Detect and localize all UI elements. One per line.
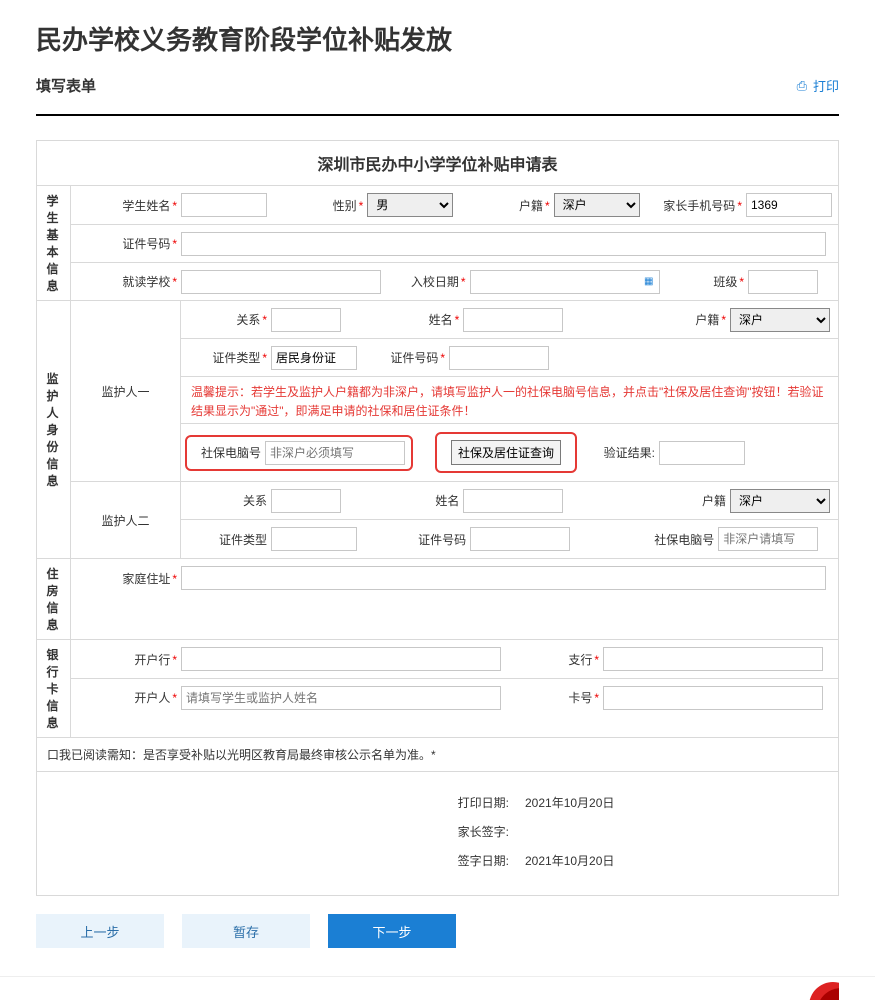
sub-title: 填写表单: [36, 75, 96, 96]
print-label: 打印: [813, 76, 839, 95]
input-g1-relation[interactable]: [271, 308, 341, 332]
input-soc-no[interactable]: [265, 441, 405, 465]
consent-text: 口我已阅读需知：是否享受补贴以光明区教育局最终审核公示名单为准。*: [37, 737, 838, 771]
lbl-huji: 户籍: [519, 199, 543, 213]
select-g2-huji[interactable]: 深户: [730, 489, 830, 513]
input-g2-id-type[interactable]: [271, 527, 357, 551]
select-gender[interactable]: 男: [367, 193, 453, 217]
form-title: 深圳市民办中小学学位补贴申请表: [37, 141, 838, 185]
input-account-holder[interactable]: [181, 686, 501, 710]
lbl-bank: 开户行: [134, 653, 170, 667]
input-card-no[interactable]: [603, 686, 823, 710]
guardian-two-label: 监护人二: [71, 482, 181, 558]
lbl-g2-name: 姓名: [435, 494, 459, 508]
input-g1-id-type[interactable]: [271, 346, 357, 370]
lbl-class: 班级: [713, 275, 737, 289]
input-bank[interactable]: [181, 647, 501, 671]
save-draft-button[interactable]: 暂存: [182, 914, 310, 948]
next-button[interactable]: 下一步: [328, 914, 456, 948]
lbl-sign-date: 签字日期:: [37, 852, 525, 869]
red-highlight-query: 社保及居住证查询: [435, 432, 577, 473]
lbl-g2-relation: 关系: [243, 494, 267, 508]
red-highlight-social: 社保电脑号: [185, 435, 413, 471]
lbl-enroll-date: 入校日期: [411, 275, 459, 289]
page-title: 民办学校义务教育阶段学位补贴发放: [36, 20, 839, 57]
lbl-school: 就读学校: [122, 275, 170, 289]
lbl-print-date: 打印日期:: [37, 794, 525, 811]
lbl-g2-id-type: 证件类型: [219, 533, 267, 547]
input-g2-relation[interactable]: [271, 489, 341, 513]
section-bank: 银行卡信息: [37, 640, 71, 737]
section-student: 学生基本信息: [37, 186, 71, 300]
lbl-branch: 支行: [568, 653, 592, 667]
lbl-g2-huji: 户籍: [702, 494, 726, 508]
input-class[interactable]: [748, 270, 818, 294]
section-guardian: 监护人身份信息: [37, 301, 71, 558]
lbl-parent-sign: 家长签字:: [37, 823, 525, 840]
divider: [36, 114, 839, 116]
lbl-phone: 家长手机号码: [663, 199, 735, 213]
input-student-name[interactable]: [181, 193, 267, 217]
input-enroll-date[interactable]: [470, 270, 660, 294]
val-sign-date: 2021年10月20日: [525, 852, 614, 869]
input-address[interactable]: [181, 566, 826, 590]
lbl-g2-id-no: 证件号码: [418, 533, 466, 547]
input-id-no[interactable]: [181, 232, 826, 256]
guardian-one-label: 监护人一: [71, 301, 181, 481]
input-g2-id-no[interactable]: [470, 527, 570, 551]
lbl-g1-huji: 户籍: [695, 313, 719, 327]
input-verify-result: [659, 441, 745, 465]
input-g1-name[interactable]: [463, 308, 563, 332]
prev-button[interactable]: 上一步: [36, 914, 164, 948]
input-branch[interactable]: [603, 647, 823, 671]
section-housing: 住房信息: [37, 559, 71, 639]
lbl-g1-name: 姓名: [429, 313, 453, 327]
print-button[interactable]: ⎙ 打印: [797, 76, 839, 95]
input-phone[interactable]: [746, 193, 832, 217]
lbl-verify-result: 验证结果:: [604, 446, 655, 460]
hint-text: 温馨提示：若学生及监护人户籍都为非深户，请填写监护人一的社保电脑号信息，并点击"…: [181, 377, 838, 424]
lbl-g1-id-type: 证件类型: [212, 351, 260, 365]
val-print-date: 2021年10月20日: [525, 794, 614, 811]
lbl-g1-id-no: 证件号码: [390, 351, 438, 365]
lbl-student-name: 学生姓名: [122, 199, 170, 213]
lbl-address: 家庭住址: [122, 572, 170, 586]
input-g2-soc[interactable]: [718, 527, 818, 551]
lbl-id-no: 证件号码: [122, 237, 170, 251]
lbl-soc-no: 社保电脑号: [201, 446, 261, 460]
input-g1-id-no[interactable]: [449, 346, 549, 370]
input-school[interactable]: [181, 270, 381, 294]
lbl-g2-soc: 社保电脑号: [654, 533, 714, 547]
print-icon: ⎙: [797, 78, 807, 94]
application-form: 深圳市民办中小学学位补贴申请表 学生基本信息 学生姓名* 性别* 男 户籍* 深…: [36, 140, 839, 896]
footer-decoration: [799, 976, 839, 1000]
lbl-account-holder: 开户人: [134, 691, 170, 705]
lbl-g1-relation: 关系: [236, 313, 260, 327]
lbl-card-no: 卡号: [568, 691, 592, 705]
input-g2-name[interactable]: [463, 489, 563, 513]
query-social-button[interactable]: 社保及居住证查询: [451, 440, 561, 465]
lbl-gender: 性别: [333, 199, 357, 213]
select-huji[interactable]: 深户: [554, 193, 640, 217]
select-g1-huji[interactable]: 深户: [730, 308, 830, 332]
